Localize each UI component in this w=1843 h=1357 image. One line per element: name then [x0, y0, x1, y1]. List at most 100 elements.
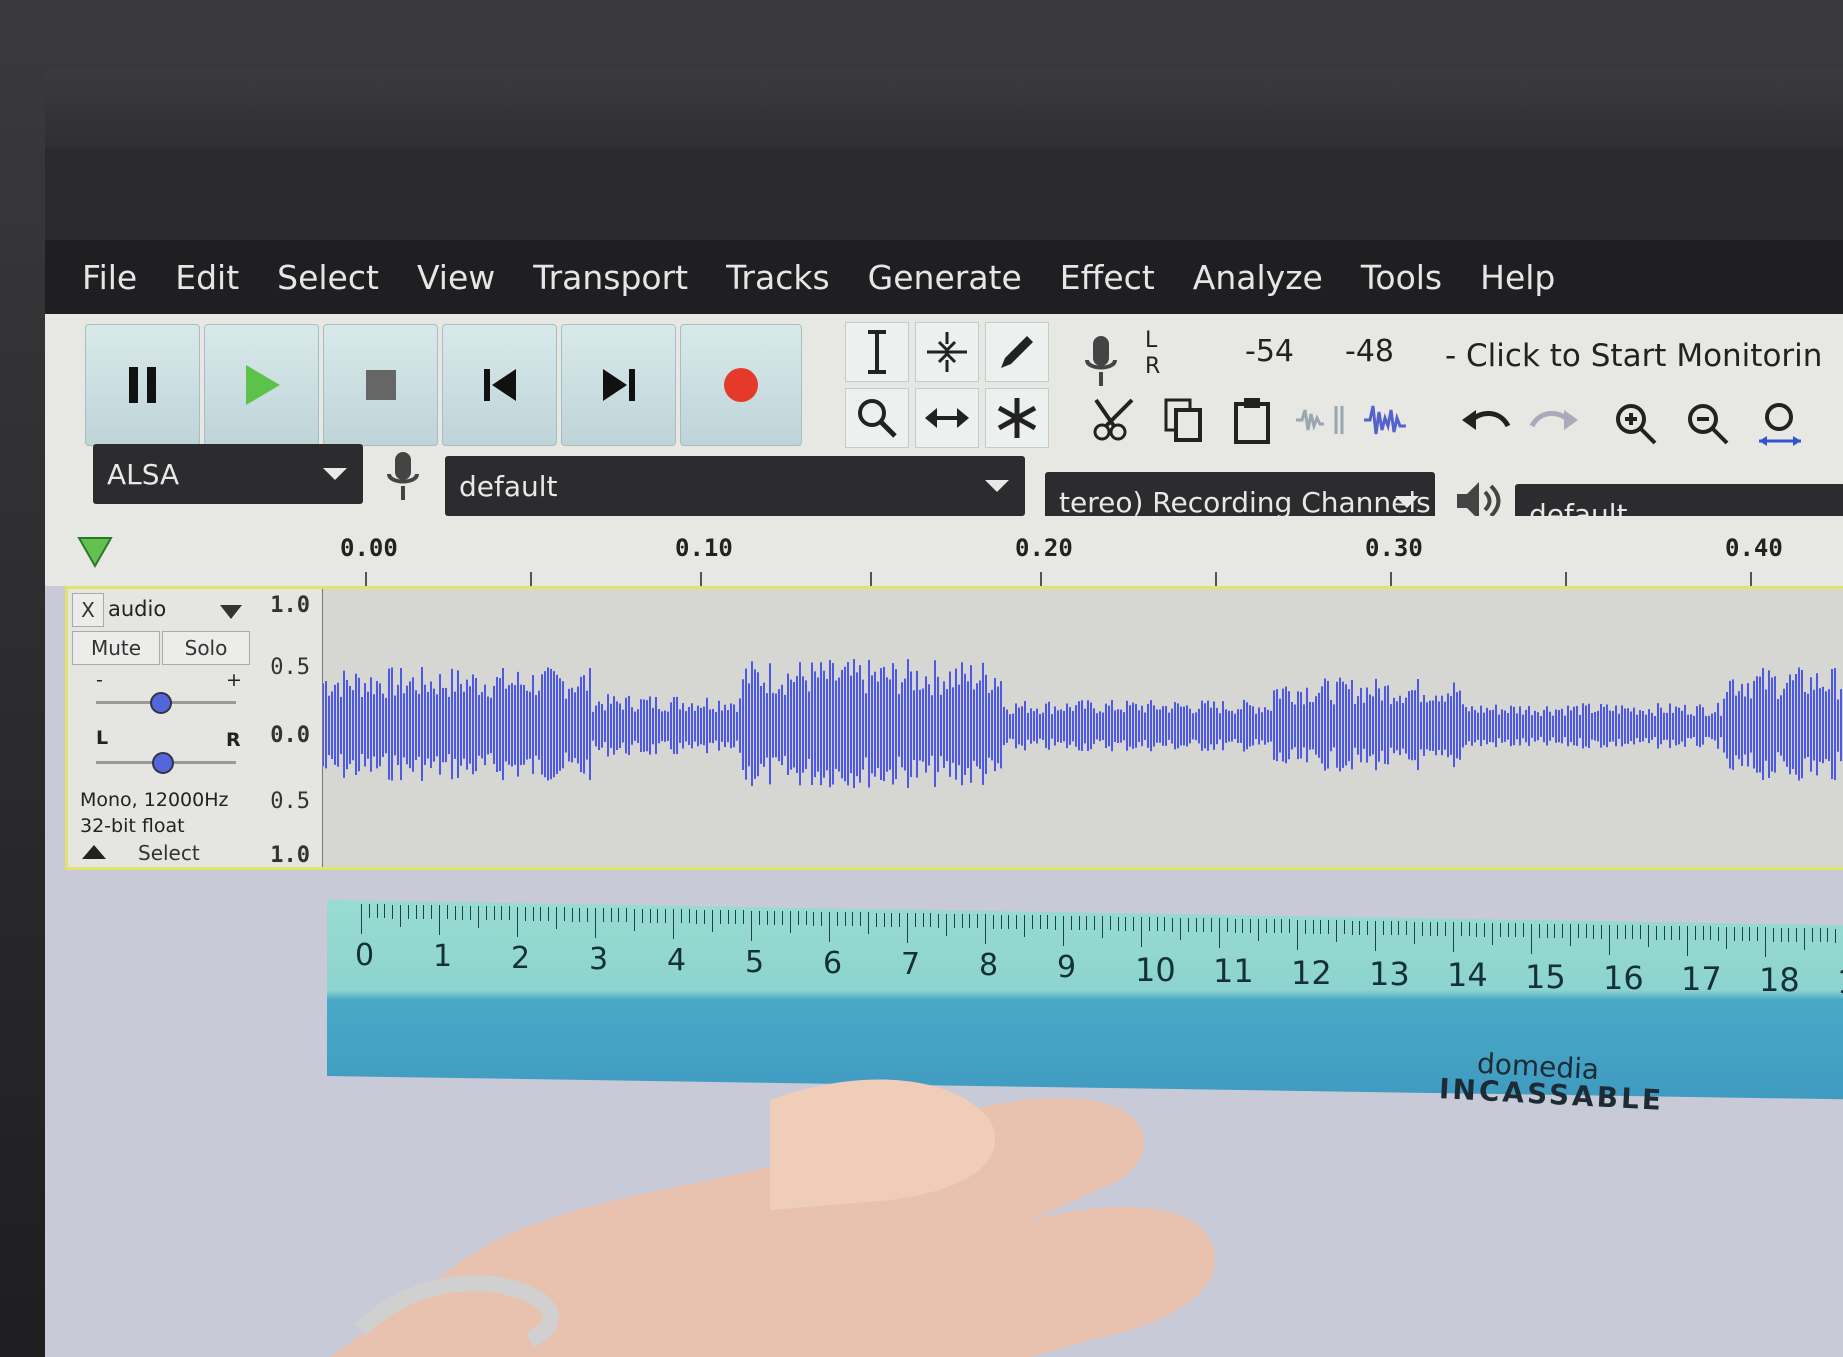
meter-tick-1: -54 — [1245, 334, 1294, 369]
ruler-tick — [501, 906, 503, 921]
ruler-tick — [1538, 923, 1540, 938]
menu-select[interactable]: Select — [258, 258, 398, 297]
pause-button[interactable] — [85, 324, 200, 446]
ruler-tick — [813, 911, 815, 926]
track-name[interactable]: audio — [108, 597, 166, 621]
i-beam-icon — [868, 330, 886, 374]
meter-tick-2: -48 — [1345, 334, 1394, 369]
track-close-button[interactable]: X — [72, 593, 104, 627]
audio-host-dropdown[interactable]: ALSA — [93, 444, 363, 504]
track-menu-chevron-icon[interactable] — [218, 603, 244, 621]
ruler-tick — [1094, 916, 1096, 931]
title-bar — [45, 70, 1843, 148]
silence-button[interactable] — [1357, 390, 1419, 450]
trim-button[interactable] — [1289, 390, 1351, 450]
menu-help[interactable]: Help — [1461, 258, 1574, 297]
collapse-up-icon[interactable] — [80, 843, 108, 861]
ruler-tick — [938, 913, 940, 928]
ruler-tick — [517, 906, 518, 937]
pan-slider[interactable] — [96, 752, 236, 774]
skip-to-start-button[interactable] — [442, 324, 557, 446]
gain-slider[interactable] — [96, 692, 236, 714]
timeline-ruler[interactable]: 0.00 0.10 0.20 0.30 0.40 — [45, 516, 1843, 586]
track-control-panel: X audio Mute Solo - + L R Mono, 12000Hz … — [68, 589, 256, 867]
copy-button[interactable] — [1153, 390, 1215, 450]
selection-tool[interactable] — [845, 322, 909, 382]
envelope-tool[interactable] — [915, 322, 979, 382]
gain-slider-thumb[interactable] — [150, 692, 172, 714]
ruler-tick — [641, 908, 643, 923]
ruler-tick — [1414, 921, 1415, 944]
audio-track: X audio Mute Solo - + L R Mono, 12000Hz … — [65, 586, 1843, 870]
skip-to-end-button[interactable] — [561, 324, 676, 446]
play-button[interactable] — [204, 324, 319, 446]
time-shift-tool[interactable] — [915, 388, 979, 448]
mic-meter-icon[interactable] — [1081, 334, 1131, 394]
undo-button[interactable] — [1455, 390, 1517, 450]
ruler-tick — [1570, 924, 1571, 947]
menu-tracks[interactable]: Tracks — [707, 258, 849, 297]
title-bar-lower — [45, 148, 1843, 240]
ruler-tick — [1328, 920, 1330, 935]
menu-tools[interactable]: Tools — [1342, 258, 1461, 297]
ruler-tick — [1031, 915, 1033, 930]
ruler-tick — [1765, 927, 1766, 958]
ruler-tick — [953, 913, 955, 928]
cut-button[interactable] — [1085, 390, 1147, 450]
zoom-tool[interactable] — [845, 388, 909, 448]
pan-left-label: L — [96, 727, 109, 749]
solo-button[interactable]: Solo — [162, 631, 250, 665]
ruler-tick — [1109, 916, 1111, 931]
transport-toolbar — [85, 324, 802, 446]
ruler-tick — [1070, 915, 1072, 930]
ruler-tick — [1507, 923, 1509, 938]
stop-button[interactable] — [323, 324, 438, 446]
menu-analyze[interactable]: Analyze — [1174, 258, 1342, 297]
ruler-tick — [790, 911, 791, 934]
trim-audio-icon — [1296, 406, 1344, 434]
mute-button[interactable]: Mute — [72, 631, 160, 665]
menu-generate[interactable]: Generate — [849, 258, 1041, 297]
multi-tool[interactable] — [985, 388, 1049, 448]
ruler-number: 8 — [979, 948, 999, 984]
ruler-tick — [1141, 917, 1142, 947]
menu-bar: File Edit Select View Transport Tracks G… — [45, 240, 1843, 314]
ruler-tick — [985, 914, 986, 945]
menu-file[interactable]: File — [63, 258, 156, 297]
redo-button[interactable] — [1523, 390, 1585, 450]
track-select-button[interactable]: Select — [138, 841, 200, 865]
ruler-tick — [493, 906, 495, 921]
ruler-tick — [665, 909, 667, 924]
waveform-area[interactable] — [323, 589, 1843, 867]
ruler-tick — [977, 914, 979, 929]
recording-device-dropdown[interactable]: default — [445, 456, 1025, 516]
audio-host-value: ALSA — [107, 457, 180, 491]
ruler-tick — [1601, 924, 1603, 939]
ruler-tick — [1133, 916, 1135, 931]
pan-slider-thumb[interactable] — [152, 752, 174, 774]
ruler-tick — [587, 907, 589, 922]
menu-transport[interactable]: Transport — [514, 258, 707, 297]
stop-icon — [365, 370, 396, 400]
paste-button[interactable] — [1221, 390, 1283, 450]
menu-edit[interactable]: Edit — [156, 258, 258, 297]
ruler-tick — [1702, 926, 1704, 941]
ruler-tick — [400, 904, 401, 927]
ruler-tick — [1554, 923, 1556, 938]
ruler-tick — [1000, 914, 1002, 929]
menu-view[interactable]: View — [398, 258, 514, 297]
ruler-tick — [766, 910, 768, 925]
envelope-icon — [927, 332, 967, 372]
ruler-tick — [1687, 926, 1688, 957]
ruler-tick — [1445, 922, 1447, 937]
ruler-tick — [992, 914, 994, 929]
ruler-tick — [1281, 919, 1283, 934]
menu-effect[interactable]: Effect — [1041, 258, 1174, 297]
draw-tool[interactable] — [985, 322, 1049, 382]
redo-icon — [1529, 410, 1578, 430]
record-button[interactable] — [680, 324, 802, 446]
monitor-prompt[interactable]: - Click to Start Monitorin — [1445, 338, 1822, 374]
hand-image — [330, 1079, 1215, 1357]
ruler-tick — [1437, 921, 1439, 936]
ruler-number: 4 — [667, 943, 687, 979]
